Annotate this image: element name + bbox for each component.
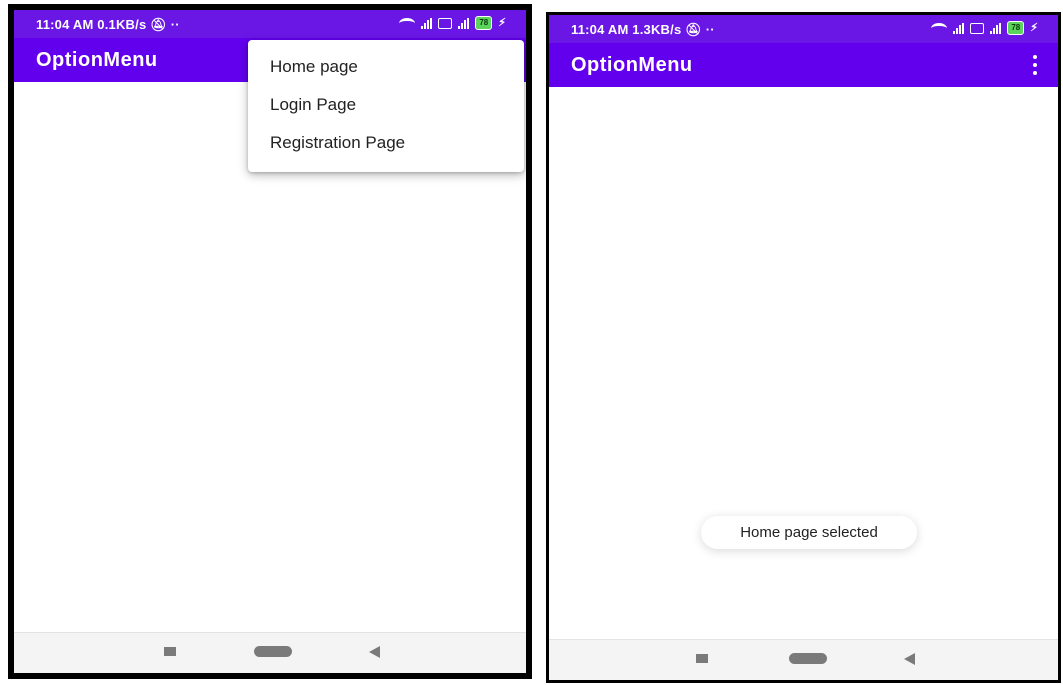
toast-message: Home page selected	[701, 516, 917, 549]
sim-icon	[438, 17, 453, 29]
status-net-speed: 1.3KB/s	[632, 22, 682, 37]
status-bar: 11:04 AM 1.3KB/s 🔕︎ ·· 78 ⚡︎	[549, 15, 1058, 43]
more-dots-icon: ··	[170, 17, 180, 32]
mute-icon: 🔕︎	[685, 22, 702, 37]
app-title: OptionMenu	[571, 54, 693, 76]
screen-left: 11:04 AM 0.1KB/s 🔕︎ ·· 78 ⚡︎ OptionMenu …	[14, 10, 526, 673]
more-dots-icon: ··	[705, 22, 715, 37]
recent-apps-icon[interactable]	[164, 647, 176, 656]
menu-item-registration-page[interactable]: Registration Page	[248, 124, 524, 162]
back-icon[interactable]	[369, 646, 380, 658]
sim-icon	[970, 22, 985, 34]
charging-icon: ⚡︎	[498, 17, 506, 29]
back-icon[interactable]	[904, 653, 915, 665]
navigation-bar	[549, 639, 1058, 680]
charging-icon: ⚡︎	[1030, 22, 1038, 34]
navigation-bar	[14, 632, 526, 673]
phone-frame-right: 11:04 AM 1.3KB/s 🔕︎ ·· 78 ⚡︎ OptionMenu …	[546, 12, 1061, 683]
overflow-menu-icon[interactable]	[1030, 55, 1040, 75]
app-title: OptionMenu	[36, 49, 158, 71]
status-net-speed: 0.1KB/s	[97, 17, 147, 32]
battery-icon: 78	[1007, 21, 1025, 35]
recent-apps-icon[interactable]	[696, 654, 708, 663]
wifi-icon	[931, 22, 948, 34]
menu-item-login-page[interactable]: Login Page	[248, 86, 524, 124]
home-icon[interactable]	[254, 646, 292, 657]
battery-icon: 78	[475, 16, 493, 30]
status-time: 11:04 AM	[36, 17, 94, 32]
app-bar: OptionMenu	[549, 43, 1058, 87]
wifi-icon	[399, 17, 416, 29]
status-bar: 11:04 AM 0.1KB/s 🔕︎ ·· 78 ⚡︎	[14, 10, 526, 38]
signal-4g-icon	[458, 17, 470, 29]
status-time: 11:04 AM	[571, 22, 629, 37]
menu-item-home-page[interactable]: Home page	[248, 48, 524, 86]
signal-icon	[421, 17, 433, 29]
phone-frame-left: 11:04 AM 0.1KB/s 🔕︎ ·· 78 ⚡︎ OptionMenu …	[8, 4, 532, 679]
mute-icon: 🔕︎	[150, 17, 167, 32]
home-icon[interactable]	[789, 653, 827, 664]
options-popup-menu: Home page Login Page Registration Page	[248, 40, 524, 172]
screen-right: 11:04 AM 1.3KB/s 🔕︎ ·· 78 ⚡︎ OptionMenu …	[549, 15, 1058, 680]
signal-4g-icon	[990, 22, 1002, 34]
signal-icon	[953, 22, 965, 34]
